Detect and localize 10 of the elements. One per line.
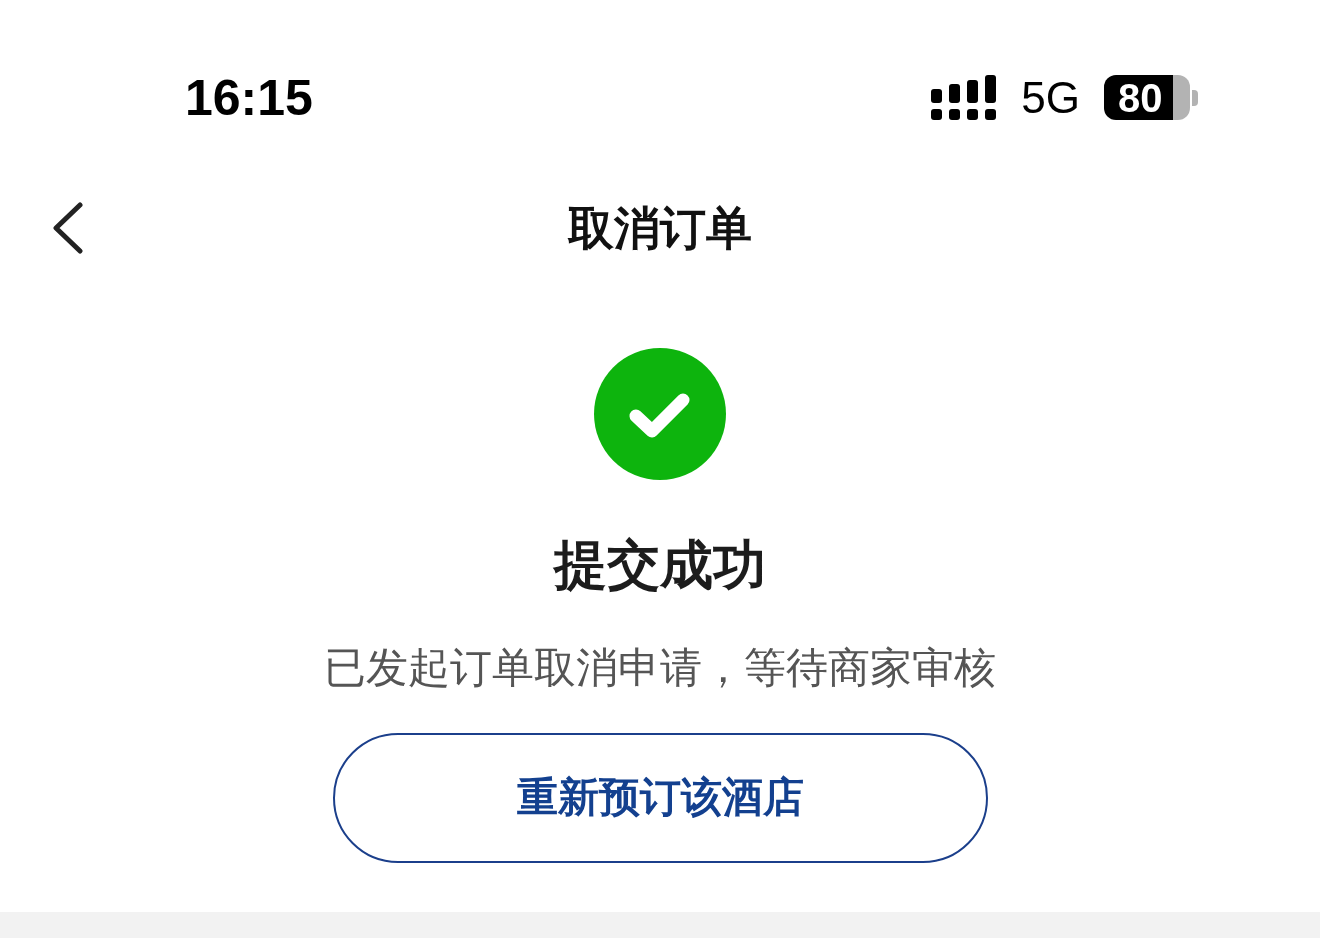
rebook-hotel-button[interactable]: 重新预订该酒店	[332, 733, 988, 863]
network-type: 5G	[1021, 75, 1080, 120]
result-title: 提交成功	[554, 533, 766, 597]
success-check-icon	[594, 348, 726, 480]
result-message: 已发起订单取消申请，等待商家审核	[324, 644, 996, 692]
status-time: 16:15	[185, 72, 313, 123]
battery-percentage: 80	[1118, 77, 1163, 118]
signal-icon	[931, 75, 998, 120]
back-icon	[52, 202, 84, 254]
page-title: 取消订单	[568, 200, 752, 257]
